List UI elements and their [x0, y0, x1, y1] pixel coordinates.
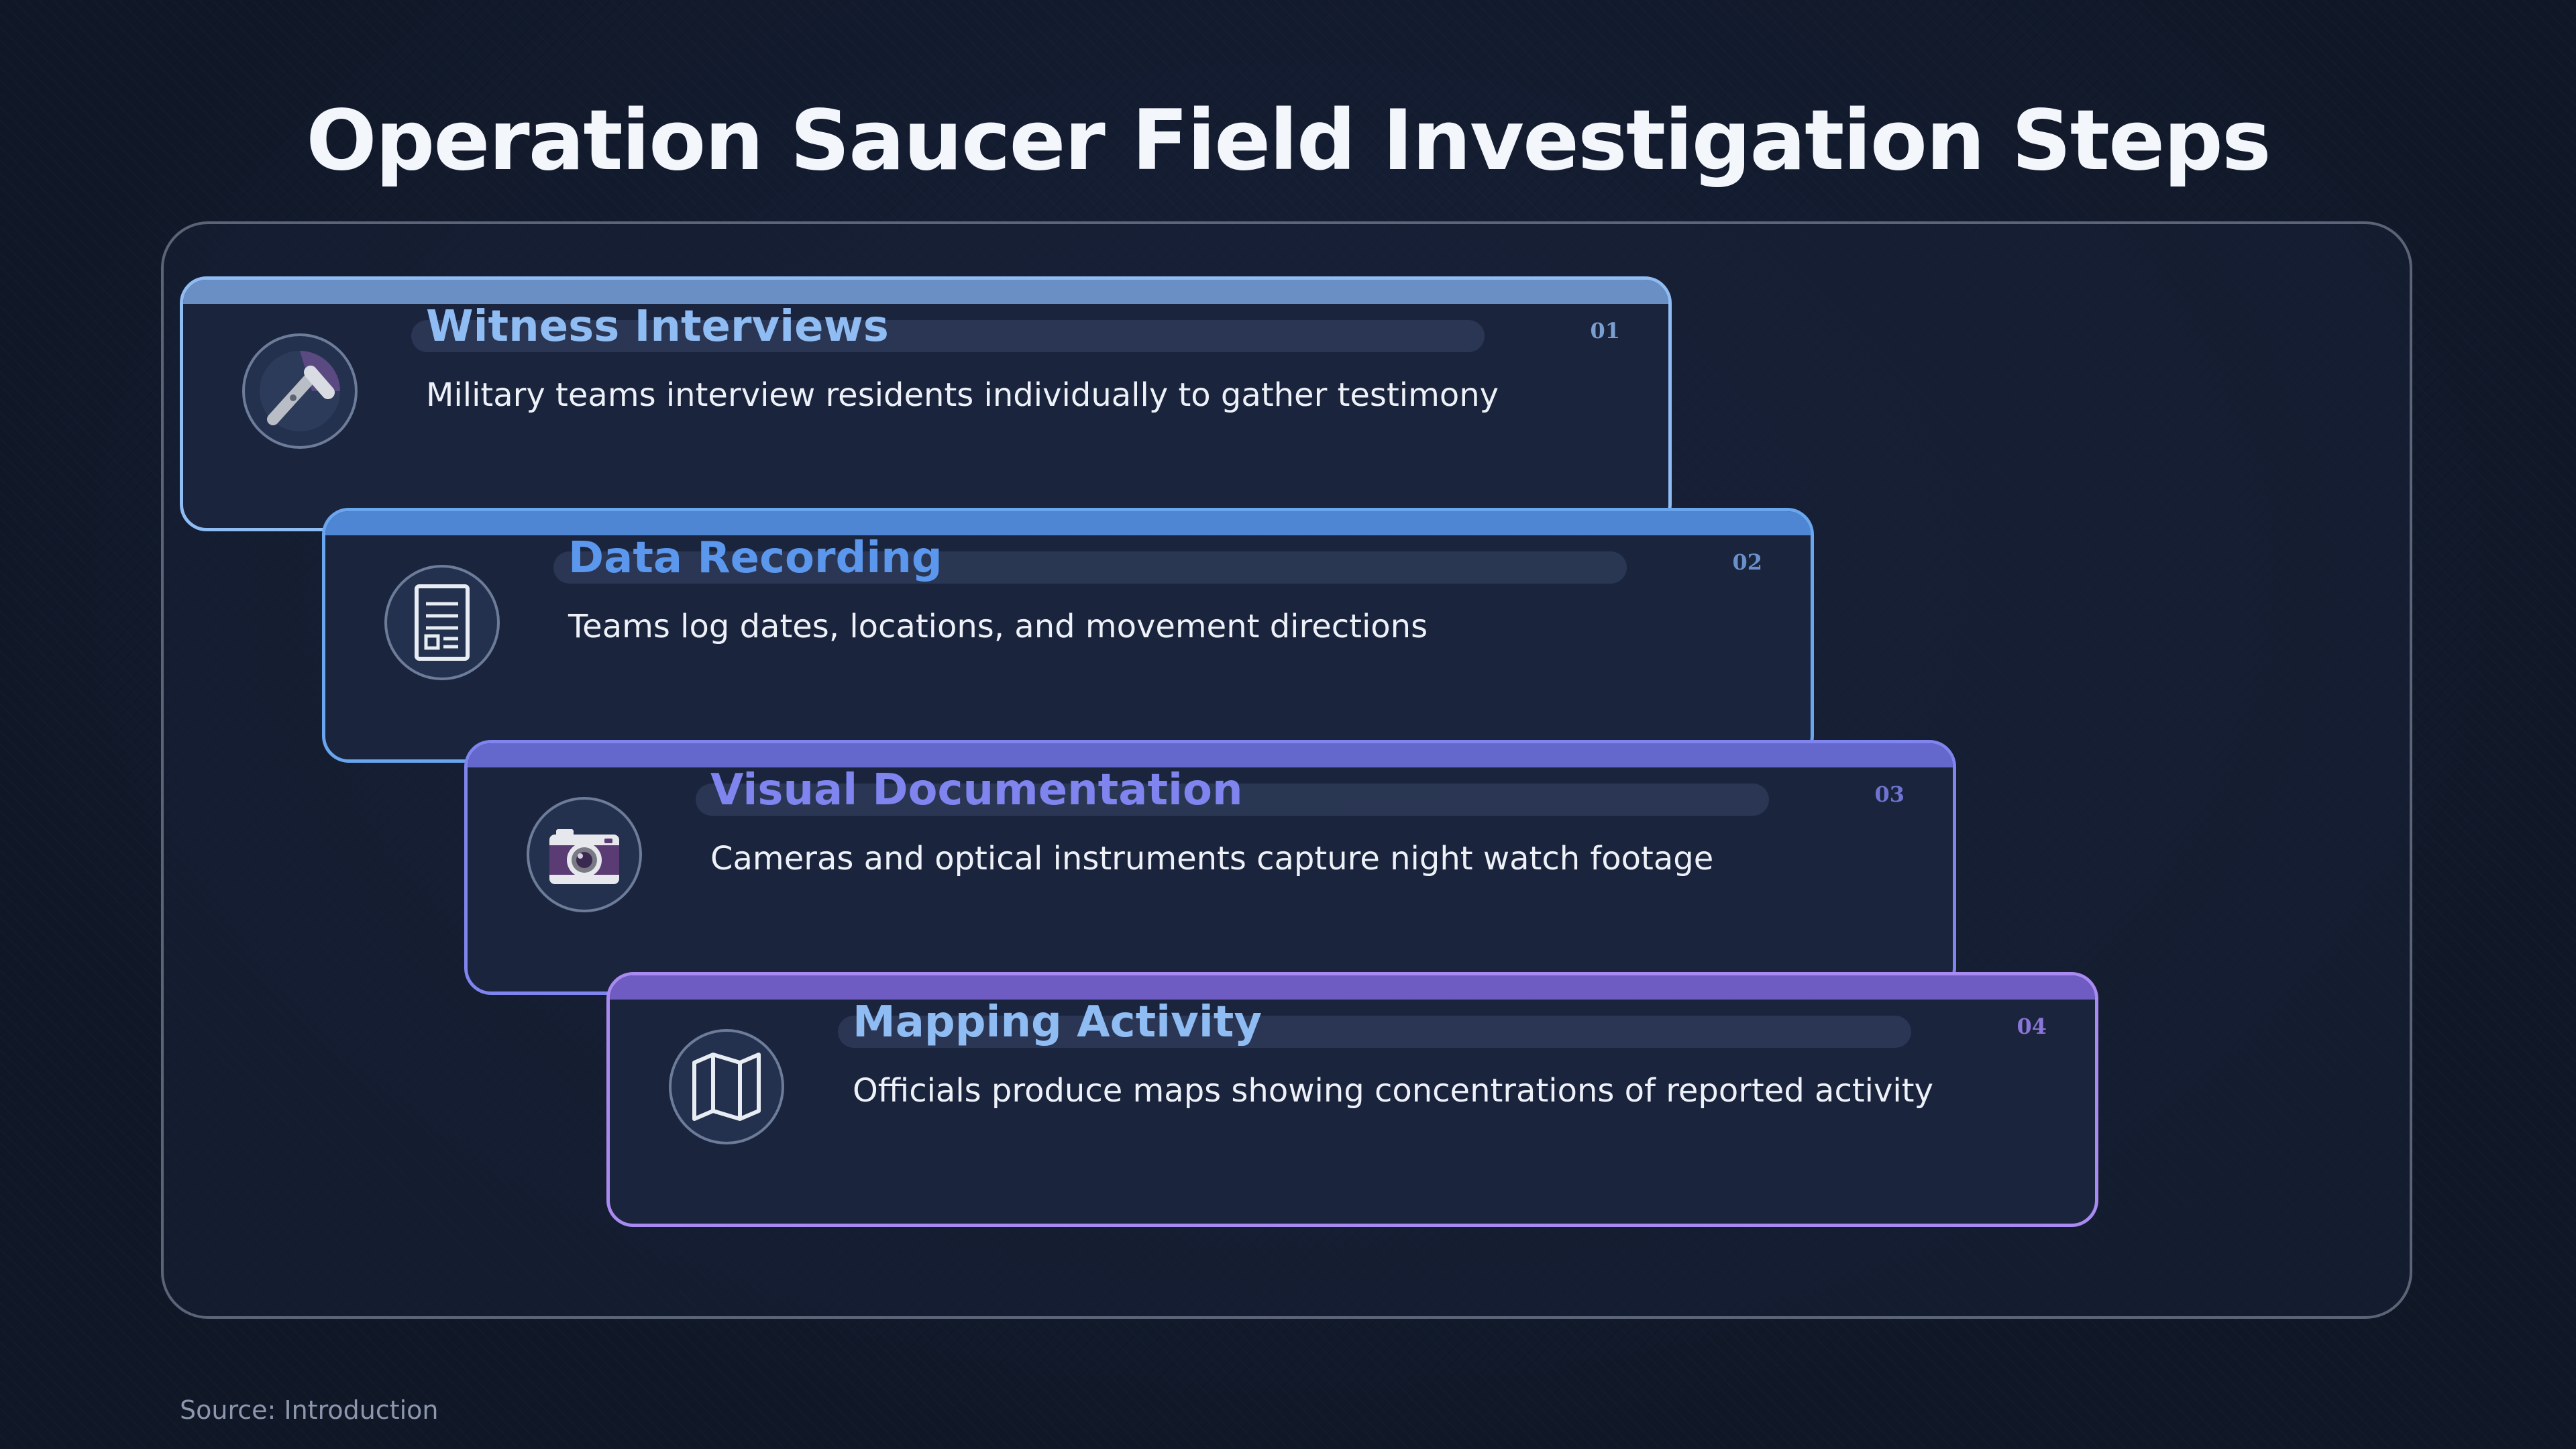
step-description: Officials produce maps showing concentra…: [853, 1072, 1933, 1110]
map-icon: [692, 1053, 761, 1121]
step-title: Visual Documentation: [710, 765, 1243, 815]
step-title: Witness Interviews: [426, 302, 889, 352]
step-icon-circle: [242, 333, 358, 449]
step-icon-circle: [527, 797, 642, 912]
step-icon-circle: [384, 565, 500, 680]
step-card-bar: [610, 975, 2095, 1000]
step-description: Military teams interview residents indiv…: [426, 376, 1499, 414]
step-number: 04: [2017, 1014, 2047, 1039]
step-card-bar: [325, 511, 1811, 535]
step-title: Mapping Activity: [853, 998, 1263, 1047]
step-icon-circle: [669, 1029, 784, 1144]
step-card-2: Data Recording Teams log dates, location…: [322, 508, 1814, 763]
step-number: 03: [1874, 782, 1904, 807]
page-title: Operation Saucer Field Investigation Ste…: [306, 93, 2271, 189]
step-description: Teams log dates, locations, and movement…: [568, 608, 1428, 645]
step-card-3: Visual Documentation Cameras and optical…: [464, 740, 1956, 995]
microphone-icon: [260, 351, 340, 431]
step-number: 02: [1732, 549, 1762, 575]
document-icon: [415, 584, 470, 661]
camera-icon: [549, 829, 619, 884]
step-card-1: Witness Interviews Military teams interv…: [180, 276, 1672, 531]
step-description: Cameras and optical instruments capture …: [710, 840, 1714, 877]
step-card-bar: [183, 280, 1668, 304]
step-card-4: Mapping Activity Officials produce maps …: [606, 972, 2098, 1227]
step-number: 01: [1590, 318, 1620, 343]
source-caption: Source: Introduction: [180, 1395, 439, 1425]
step-title: Data Recording: [568, 533, 943, 583]
